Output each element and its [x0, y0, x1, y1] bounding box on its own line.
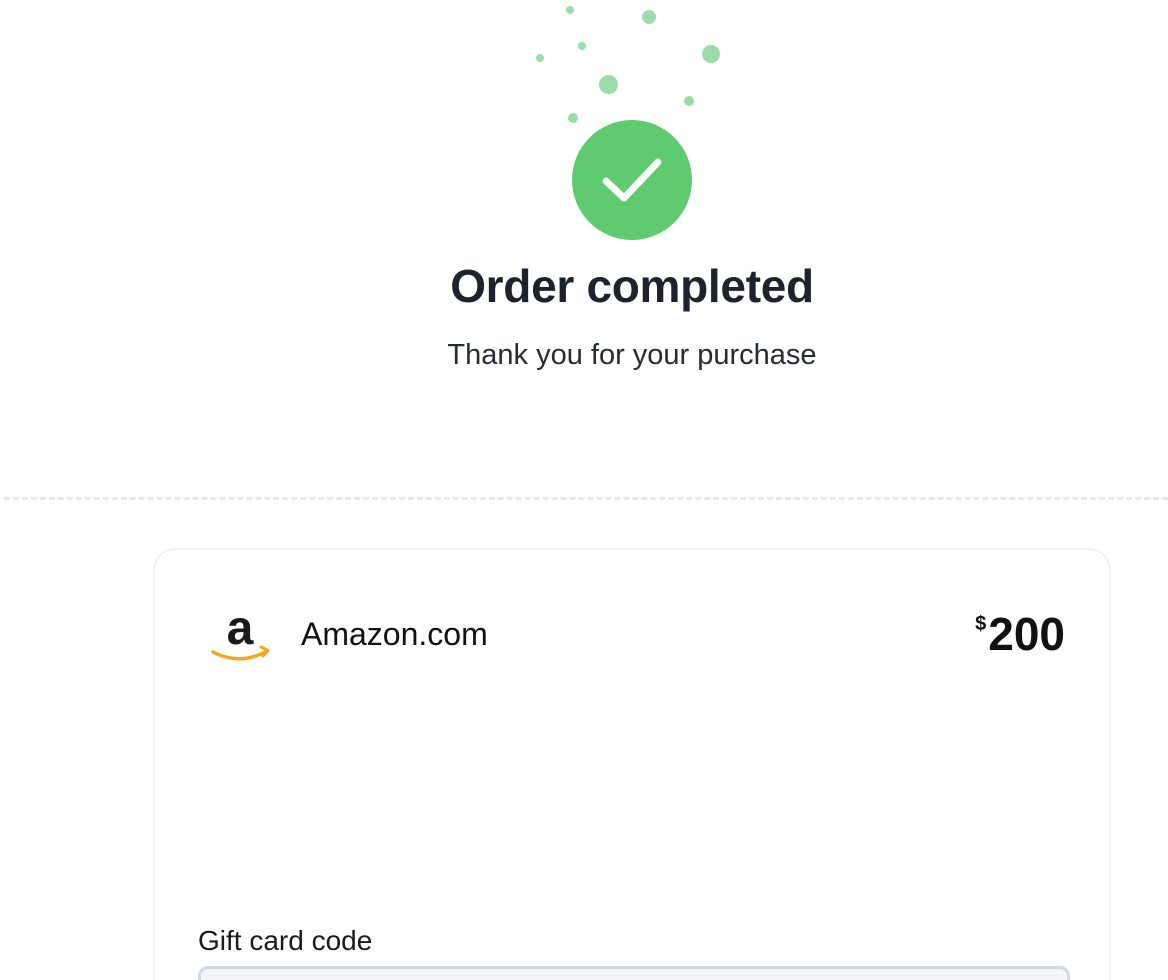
confetti-dot [642, 10, 656, 24]
confetti-dot [684, 96, 694, 106]
order-confirmation-page: Order completed Thank you for your purch… [0, 0, 1168, 980]
confetti-dot [566, 6, 574, 14]
section-divider [4, 497, 1168, 500]
page-title: Order completed [450, 260, 814, 312]
checkmark-circle-icon [572, 120, 692, 240]
gift-card-code-field[interactable] [198, 966, 1070, 980]
gift-card-code-label: Gift card code [198, 925, 373, 956]
price-amount: 200 [988, 608, 1065, 660]
confetti-dot [568, 113, 578, 123]
page-subtitle: Thank you for your purchase [447, 339, 817, 371]
price-currency: $ [975, 613, 987, 635]
amazon-logo-icon: a [205, 602, 275, 666]
confetti-dot [536, 54, 544, 62]
amazon-logo-letter: a [227, 606, 254, 655]
price-display: $ 200 [975, 608, 1065, 660]
confetti-dot [599, 75, 618, 94]
confetti-dot [702, 45, 720, 63]
merchant-name: Amazon.com [301, 616, 488, 652]
checkmark-icon [602, 158, 662, 202]
confetti-dot [578, 42, 586, 50]
order-card: a Amazon.com $ 200 Gift card code [153, 548, 1111, 980]
amazon-logo-graphic: a [211, 602, 270, 661]
